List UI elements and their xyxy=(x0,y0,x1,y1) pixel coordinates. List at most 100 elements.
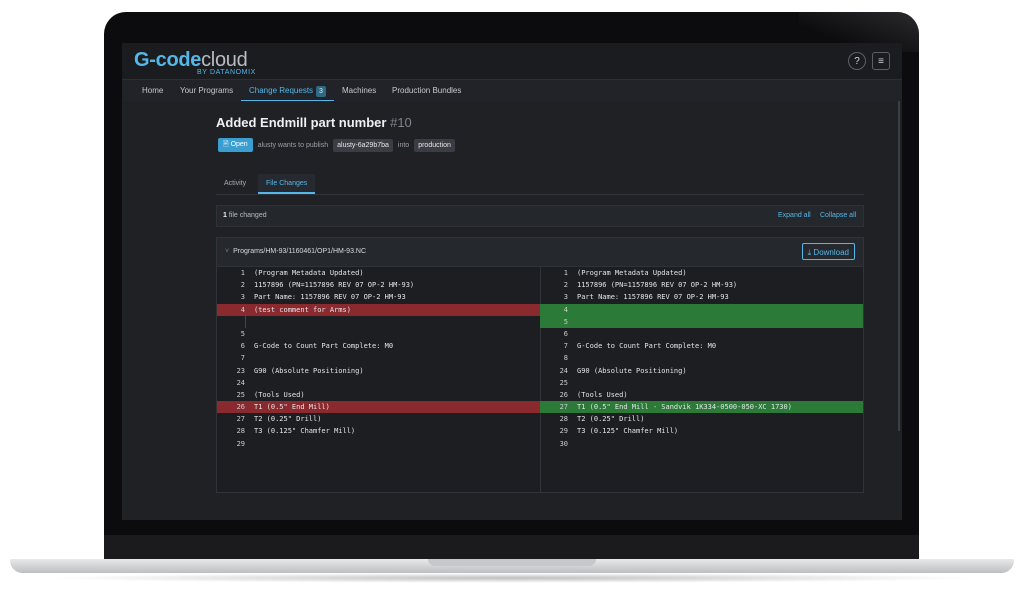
status-badge-label: Open xyxy=(230,141,248,148)
nav-production-bundles[interactable]: Production Bundles xyxy=(392,80,461,102)
line-number: 25 xyxy=(559,378,568,387)
line-number: 6 xyxy=(240,342,245,351)
diff-line: 23 G90 (Absolute Positioning) xyxy=(217,365,540,377)
line-number: 8 xyxy=(563,354,568,363)
collapse-all-link[interactable]: Collapse all xyxy=(820,212,856,219)
changes-summary-bar: 1 file changed Expand all Collapse all xyxy=(216,205,864,227)
line-code: Part Name: 1157896 REV 07 OP-2 HM-93 xyxy=(254,293,406,302)
line-code: Part Name: 1157896 REV 07 OP-2 HM-93 xyxy=(577,293,729,302)
line-number: 24 xyxy=(236,378,245,387)
diff-line: 3 Part Name: 1157896 REV 07 OP-2 HM-93 xyxy=(540,291,863,303)
line-number: 3 xyxy=(240,293,245,302)
nav-machines[interactable]: Machines xyxy=(342,80,376,102)
line-code: T1 (0.5" End Mill) xyxy=(254,403,330,412)
file-path-text: Programs/HM-93/1160461/OP1/HM-93.NC xyxy=(233,248,367,255)
nav-your-programs[interactable]: Your Programs xyxy=(180,80,233,102)
line-code: T3 (0.125" Chamfer Mill) xyxy=(254,427,356,436)
line-number: 4 xyxy=(563,305,568,314)
author-text: alusty wants to publish xyxy=(257,141,329,149)
line-code: T2 (0.25" Drill) xyxy=(254,415,322,424)
diff-line: 29 T3 (0.125" Chamfer Mill) xyxy=(540,425,863,437)
tab-file-changes[interactable]: File Changes xyxy=(258,174,316,194)
diff-line: 1 (Program Metadata Updated) xyxy=(217,267,540,279)
diff-line: 28 T2 (0.25" Drill) xyxy=(540,413,863,425)
change-request-number: #10 xyxy=(390,115,412,130)
line-number xyxy=(217,315,246,328)
laptop-bezel-bottom xyxy=(104,535,919,560)
logo-byline: BY DATANOMIX xyxy=(197,69,256,76)
expand-all-link[interactable]: Expand all xyxy=(778,212,811,219)
line-number: 5 xyxy=(563,317,568,326)
chevron-down-icon[interactable]: ˅ xyxy=(225,248,229,255)
line-code: 1157896 (PN=1157896 REV 07 OP-2 HM-93) xyxy=(254,281,415,290)
into-text: into xyxy=(397,141,410,149)
tab-activity[interactable]: Activity xyxy=(216,174,254,194)
menu-icon[interactable]: ≡ xyxy=(872,52,890,70)
logo-main-text: G-code xyxy=(134,49,202,71)
line-number: 2 xyxy=(563,281,568,290)
line-code: T1 (0.5" End Mill - Sandvik 1K334-0500-0… xyxy=(577,403,792,412)
line-number: 1 xyxy=(563,269,568,277)
logo-cloud-text: cloud xyxy=(201,49,248,71)
diff-line: 27 T2 (0.25" Drill) xyxy=(217,413,540,425)
diff-line: 7 G-Code to Count Part Complete: M0 xyxy=(540,340,863,352)
files-changed-number: 1 xyxy=(223,212,227,219)
nav-change-requests[interactable]: Change Requests 3 xyxy=(241,80,334,102)
diff-line: 29 xyxy=(217,438,540,450)
diff-line: 25 xyxy=(540,377,863,389)
diff-line: 24 G90 (Absolute Positioning) xyxy=(540,365,863,377)
line-code: G-Code to Count Part Complete: M0 xyxy=(254,342,394,351)
line-code: (Tools Used) xyxy=(577,390,628,399)
diff-line: 2 1157896 (PN=1157896 REV 07 OP-2 HM-93) xyxy=(217,279,540,291)
diff-line: 26 T1 (0.5" End Mill) xyxy=(217,401,540,414)
diff-line: 3 Part Name: 1157896 REV 07 OP-2 HM-93 xyxy=(217,291,540,303)
diff-pane-original: 1 (Program Metadata Updated) 2 1157896 (PN=… xyxy=(217,267,541,492)
main-nav: Home Your Programs Change Requests 3 Mach… xyxy=(122,79,902,102)
line-code: T3 (0.125" Chamfer Mill) xyxy=(577,427,679,436)
tab-bar: Activity File Changes xyxy=(216,174,864,195)
line-number: 27 xyxy=(236,415,245,424)
file-diff-header[interactable]: ˅ Programs/HM-93/1160461/OP1/HM-93.NC ⤓ D… xyxy=(217,238,863,267)
line-code: (Tools Used) xyxy=(254,390,305,399)
file-diff-card: ˅ Programs/HM-93/1160461/OP1/HM-93.NC ⤓ D… xyxy=(216,237,864,493)
download-button[interactable]: ⤓ Download xyxy=(801,243,855,260)
nav-change-requests-label: Change Requests xyxy=(249,86,314,95)
line-number: 24 xyxy=(559,366,568,375)
main-content: Added Endmill part number #10 🗎 Open alu… xyxy=(122,101,902,520)
line-number: 29 xyxy=(236,439,245,448)
line-code: (Program Metadata Updated) xyxy=(577,269,687,277)
open-doc-icon: 🗎 xyxy=(223,141,231,148)
line-number: 28 xyxy=(559,415,568,424)
diff-line: 24 xyxy=(217,377,540,389)
diff-line: 6 xyxy=(540,328,863,340)
help-icon[interactable]: ? xyxy=(848,52,866,70)
diff-line: 27 T1 (0.5" End Mill - Sandvik 1K334-0500… xyxy=(540,401,863,414)
line-number: 28 xyxy=(236,427,245,436)
line-number: 4 xyxy=(240,305,245,314)
laptop-shadow xyxy=(40,573,984,583)
nav-home[interactable]: Home xyxy=(142,80,163,102)
line-number: 2 xyxy=(240,281,245,290)
diff-line: 2 1157896 (PN=1157896 REV 07 OP-2 HM-93) xyxy=(540,279,863,291)
line-number: 30 xyxy=(559,439,568,448)
line-number: 27 xyxy=(559,403,568,412)
scrollbar[interactable] xyxy=(898,101,900,431)
line-code: (test comment for Arms) xyxy=(254,305,351,314)
diff-line: 7 xyxy=(217,352,540,364)
files-changed-count: 1 file changed xyxy=(223,212,267,219)
line-number: 7 xyxy=(563,342,568,351)
line-number: 25 xyxy=(236,390,245,399)
laptop-screen: G-codecloud BY DATANOMIX ? ≡ Home Your P… xyxy=(122,43,902,520)
line-code: G90 (Absolute Positioning) xyxy=(577,366,687,375)
app-header: G-codecloud BY DATANOMIX ? ≡ xyxy=(122,43,902,79)
